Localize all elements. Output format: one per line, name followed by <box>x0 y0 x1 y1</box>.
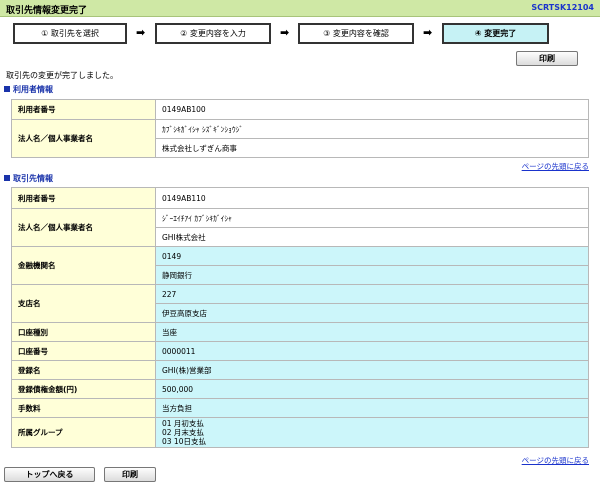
section-title: 利用者情報 <box>13 85 53 94</box>
screen-code: SCRTSK12104 <box>531 3 594 12</box>
square-bullet-icon <box>4 175 10 181</box>
row-label: 金融機関名 <box>11 246 156 285</box>
completion-message: 取引先の変更が完了しました。 <box>6 71 118 80</box>
print-button[interactable]: 印刷 <box>516 51 578 66</box>
row-value: 当方負担 <box>155 398 589 418</box>
row-value: 227 <box>155 284 589 304</box>
row-value: GHI株式会社 <box>155 227 589 247</box>
page-top-link[interactable]: ページの先頭に戻る <box>522 455 589 466</box>
row-label: 手数料 <box>11 398 156 418</box>
step-2: ② 変更内容を入力 <box>155 23 271 44</box>
row-label: 支店名 <box>11 284 156 323</box>
page-header: 取引先情報変更完了 SCRTSK12104 <box>0 0 600 17</box>
user-info-heading: 利用者情報 <box>4 84 53 95</box>
group-item: 01 月初支払 <box>162 419 204 428</box>
row-value: 0000011 <box>155 341 589 361</box>
step-4-current: ④ 変更完了 <box>442 23 549 44</box>
group-item: 02 月末支払 <box>162 428 204 437</box>
row-value: GHI(株)営業部 <box>155 360 589 380</box>
row-value: ｶﾌﾞｼｷｶﾞｲｼｬ ｼｽﾞｷﾞﾝｼｮｳｼﾞ <box>155 119 589 139</box>
partner-info-heading: 取引先情報 <box>4 173 53 184</box>
page-top-link[interactable]: ページの先頭に戻る <box>522 161 589 172</box>
section-title: 取引先情報 <box>13 174 53 183</box>
back-to-top-button[interactable]: トップへ戻る <box>4 467 95 482</box>
step-arrow-icon: ➡ <box>280 26 290 39</box>
row-value: 株式会社しずぎん商事 <box>155 138 589 158</box>
user-info-table: 利用者番号 0149AB100 法人名／個人事業者名 ｶﾌﾞｼｷｶﾞｲｼｬ ｼｽ… <box>11 99 589 158</box>
step-3: ③ 変更内容を確認 <box>298 23 414 44</box>
row-label: 法人名／個人事業者名 <box>11 119 156 158</box>
row-label: 口座番号 <box>11 341 156 361</box>
partner-info-table: 利用者番号 0149AB110 法人名／個人事業者名 ｼﾞｰｴｲﾁｱｲ ｶﾌﾞｼ… <box>11 187 589 448</box>
row-value: 500,000 <box>155 379 589 399</box>
row-label: 所属グループ <box>11 417 156 448</box>
step-arrow-icon: ➡ <box>136 26 146 39</box>
row-value: ｼﾞｰｴｲﾁｱｲ ｶﾌﾞｼｷｶﾞｲｼｬ <box>155 208 589 228</box>
print-button-bottom[interactable]: 印刷 <box>104 467 156 482</box>
row-value: 伊豆高原支店 <box>155 303 589 323</box>
page-title: 取引先情報変更完了 <box>6 6 88 16</box>
row-label: 利用者番号 <box>11 187 156 209</box>
row-label: 口座種別 <box>11 322 156 342</box>
row-label: 登録名 <box>11 360 156 380</box>
row-label: 法人名／個人事業者名 <box>11 208 156 247</box>
step-arrow-icon: ➡ <box>423 26 433 39</box>
row-value: 当座 <box>155 322 589 342</box>
group-item: 03 10日支払 <box>162 437 206 446</box>
group-list-value: 01 月初支払 02 月末支払 03 10日支払 <box>155 417 589 448</box>
row-label: 利用者番号 <box>11 99 156 120</box>
row-label: 登録債権金額(円) <box>11 379 156 399</box>
row-value: 0149 <box>155 246 589 266</box>
step-1: ① 取引先を選択 <box>13 23 127 44</box>
row-value: 0149AB100 <box>155 99 589 120</box>
square-bullet-icon <box>4 86 10 92</box>
row-value: 静岡銀行 <box>155 265 589 285</box>
row-value: 0149AB110 <box>155 187 589 209</box>
